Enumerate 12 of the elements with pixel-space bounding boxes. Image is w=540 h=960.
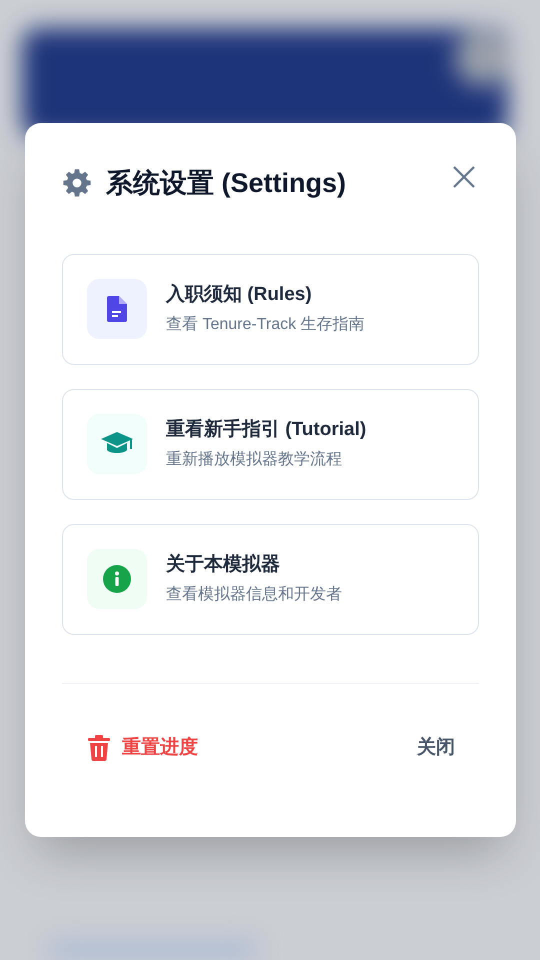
menu-card[interactable]: 关于本模拟器 查看模拟器信息和开发者 xyxy=(62,524,479,634)
card-subtitle: 查看模拟器信息和开发者 xyxy=(166,584,342,606)
dialog-title: 系统设置 (Settings) xyxy=(106,167,346,200)
menu-card[interactable]: 重看新手指引 (Tutorial) 重新播放模拟器教学流程 xyxy=(62,388,479,500)
reset-progress-button[interactable]: 重置进度 xyxy=(88,734,198,762)
close-text-button[interactable]: 关闭 xyxy=(417,734,455,762)
menu-card[interactable]: 入职须知 (Rules) 查看 Tenure-Track 生存指南 xyxy=(62,254,479,364)
card-title: 入职须知 (Rules) xyxy=(166,282,313,307)
card-subtitle: 重新播放模拟器教学流程 xyxy=(166,450,343,470)
card-title: 关于本模拟器 xyxy=(166,552,281,577)
card-subtitle: 查看 Tenure-Track 生存指南 xyxy=(166,314,365,336)
card-title: 重看新手指引 (Tutorial) xyxy=(166,418,366,442)
